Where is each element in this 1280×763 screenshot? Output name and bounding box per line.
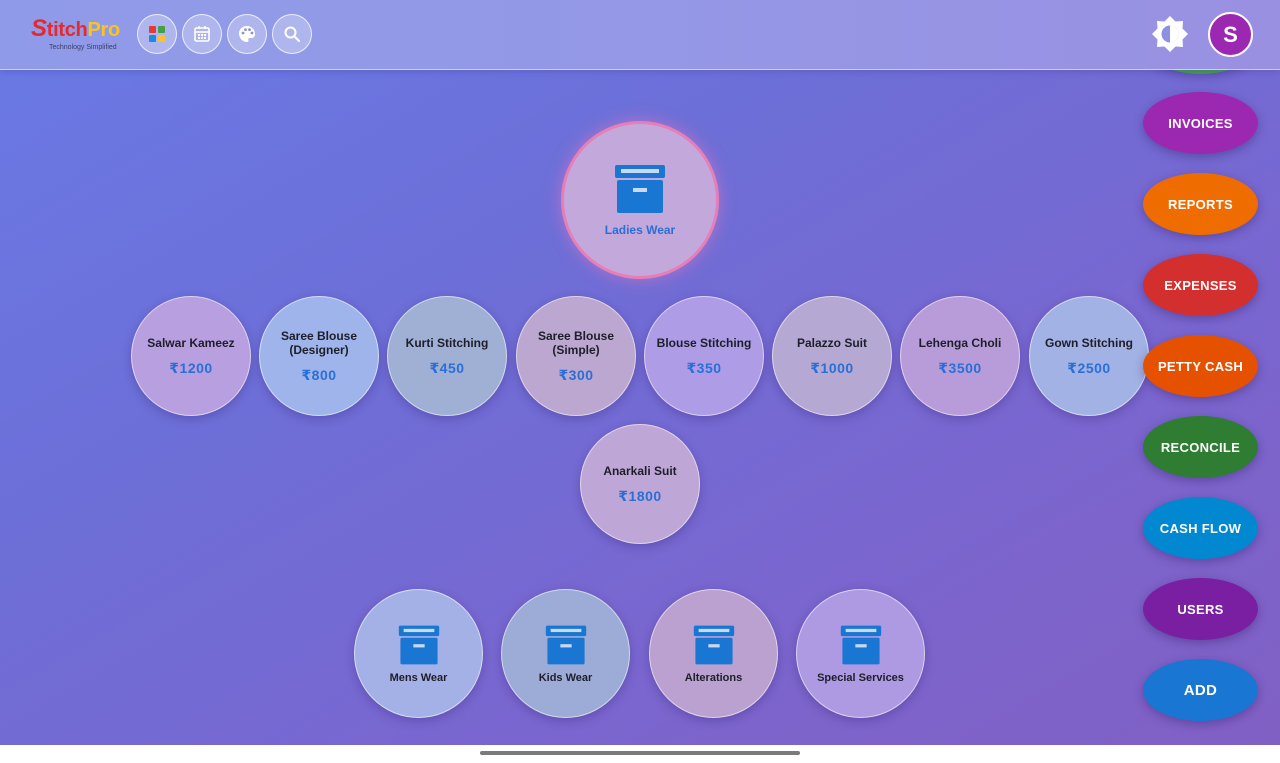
logo-word-pro: Pro <box>87 19 120 41</box>
service-name: Anarkali Suit <box>603 463 677 478</box>
logo-word: titch <box>46 19 88 41</box>
service-price: ₹1800 <box>618 487 662 504</box>
logo-tagline: Technology Simplified <box>49 44 117 51</box>
service-name: Lehenga Choli <box>918 335 1002 350</box>
service-bubble[interactable]: Salwar Kameez ₹1200 <box>131 296 251 416</box>
calendar-icon <box>194 26 210 42</box>
archive-box-icon <box>693 625 734 664</box>
service-price: ₹3500 <box>938 359 982 376</box>
main-category-label: Ladies Wear <box>604 223 676 237</box>
service-price: ₹1200 <box>169 359 213 376</box>
palette-icon <box>239 26 255 42</box>
service-name: Saree Blouse (Designer) <box>280 328 358 357</box>
service-name: Gown Stitching <box>1045 335 1133 350</box>
calendar-button[interactable] <box>182 14 222 54</box>
service-bubble[interactable]: Saree Blouse (Designer) ₹800 <box>259 296 379 416</box>
expenses-button[interactable]: EXPENSES <box>1143 254 1258 316</box>
invoices-button[interactable]: INVOICES <box>1143 92 1258 154</box>
category-bubble[interactable]: Kids Wear <box>501 589 630 718</box>
service-name: Palazzo Suit <box>796 335 867 350</box>
cash-flow-button[interactable]: CASH FLOW <box>1143 497 1258 559</box>
category-label: Mens Wear <box>389 671 448 684</box>
home-indicator[interactable] <box>480 751 800 755</box>
category-label: Special Services <box>817 671 904 684</box>
main-category-bubble[interactable]: Ladies Wear <box>561 121 719 279</box>
logo-letter: S <box>31 15 47 42</box>
service-bubble[interactable]: Anarkali Suit ₹1800 <box>580 424 700 544</box>
user-avatar[interactable]: S <box>1208 12 1253 57</box>
service-bubble[interactable]: Saree Blouse (Simple) ₹300 <box>516 296 636 416</box>
stitchpro-logo[interactable]: StitchPro Technology Simplified <box>31 15 131 55</box>
archive-box-icon <box>398 625 439 664</box>
service-bubble[interactable]: Palazzo Suit ₹1000 <box>772 296 892 416</box>
users-button[interactable]: USERS <box>1143 578 1258 640</box>
archive-box-icon <box>545 625 586 664</box>
service-name: Kurti Stitching <box>405 335 489 350</box>
search-button[interactable] <box>272 14 312 54</box>
service-price: ₹800 <box>301 366 337 383</box>
reconcile-button[interactable]: RECONCILE <box>1143 416 1258 478</box>
service-name: Blouse Stitching <box>656 335 752 350</box>
category-label: Alterations <box>684 671 743 684</box>
top-bar: StitchPro Technology Simplified S <box>0 0 1280 70</box>
palette-button[interactable] <box>227 14 267 54</box>
add-button[interactable]: ADD <box>1143 659 1258 721</box>
theme-toggle-button[interactable] <box>1150 14 1190 54</box>
apps-grid-icon <box>149 26 165 42</box>
reports-button[interactable]: REPORTS <box>1143 173 1258 235</box>
service-price: ₹450 <box>429 359 465 376</box>
service-price: ₹300 <box>558 366 594 383</box>
service-price: ₹2500 <box>1067 359 1111 376</box>
apps-button[interactable] <box>137 14 177 54</box>
category-bubble[interactable]: Alterations <box>649 589 778 718</box>
service-bubble[interactable]: Gown Stitching ₹2500 <box>1029 296 1149 416</box>
service-bubble[interactable]: Lehenga Choli ₹3500 <box>900 296 1020 416</box>
service-price: ₹1000 <box>810 359 854 376</box>
service-bubble[interactable]: Blouse Stitching ₹350 <box>644 296 764 416</box>
service-price: ₹350 <box>686 359 722 376</box>
search-icon <box>284 26 301 43</box>
archive-box-icon <box>615 165 665 213</box>
service-bubble[interactable]: Kurti Stitching ₹450 <box>387 296 507 416</box>
archive-box-icon <box>840 625 881 664</box>
petty-cash-button[interactable]: PETTY CASH <box>1143 335 1258 397</box>
category-bubble[interactable]: Mens Wear <box>354 589 483 718</box>
service-name: Salwar Kameez <box>147 335 235 350</box>
service-name: Saree Blouse (Simple) <box>537 328 615 357</box>
category-label: Kids Wear <box>538 671 593 684</box>
app-screen: StitchPro Technology Simplified S Ladies… <box>0 0 1280 745</box>
brightness-icon <box>1152 16 1188 52</box>
category-bubble[interactable]: Special Services <box>796 589 925 718</box>
